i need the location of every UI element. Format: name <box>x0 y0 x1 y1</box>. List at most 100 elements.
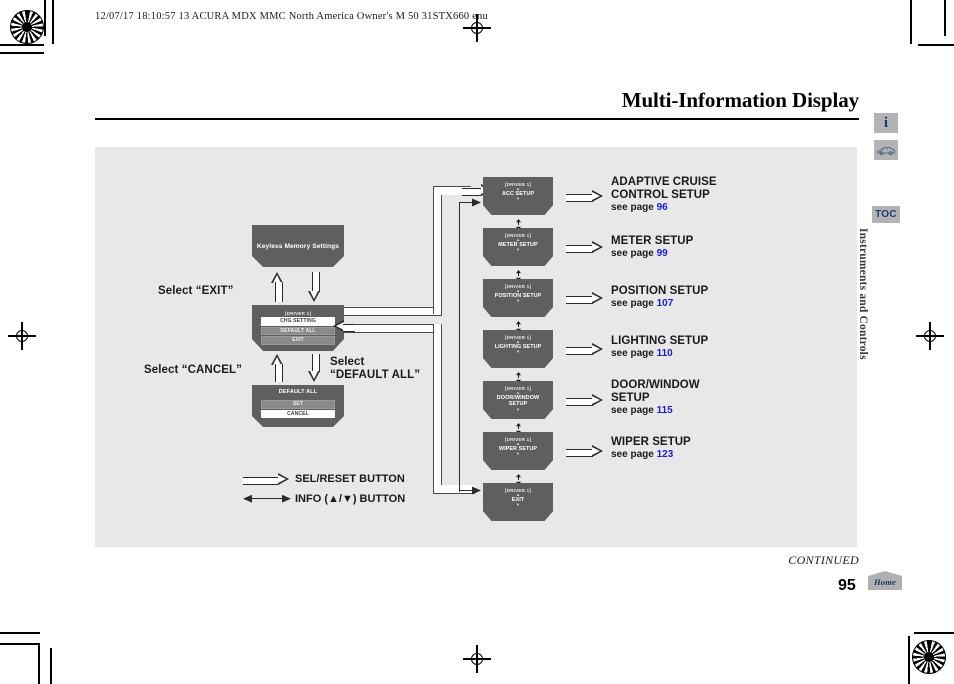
screen-keyless-memory-settings: Keyless Memory Settings <box>252 225 344 267</box>
reference-wiper-seepage: see page <box>611 449 654 461</box>
print-target-topleft <box>10 10 44 44</box>
wire-thin-vertical <box>459 202 461 492</box>
crop-mark-tl-h2 <box>0 52 44 54</box>
reference-wiper-pagenum[interactable]: 123 <box>657 449 674 460</box>
default-all-row-cancel: CANCEL <box>261 409 335 418</box>
reference-door-page[interactable]: see page 115 <box>611 405 700 416</box>
arrow-ref-meter <box>566 241 604 254</box>
arrow-ref-wiper <box>566 445 604 458</box>
label-select-exit: Select “EXIT” <box>158 285 234 297</box>
reference-acc-pagenum[interactable]: 96 <box>657 202 668 213</box>
arrow-down-to-default-all <box>308 354 321 382</box>
registration-mark-bottom <box>463 645 491 673</box>
crop-mark-bl-h2 <box>0 643 40 645</box>
screen-meter-setup-down-arrow: ▼ <box>516 247 520 253</box>
reference-position-page[interactable]: see page 107 <box>611 298 708 309</box>
registration-mark-right <box>916 322 944 350</box>
page-number: 95 <box>838 577 856 594</box>
arrow-ref-lighting <box>566 343 604 356</box>
vehicle-icon[interactable] <box>874 140 898 160</box>
info-icon-glyph: i <box>883 114 889 131</box>
page-title: Multi-Information Display <box>621 88 859 112</box>
crop-mark-tl-v2 <box>44 0 46 36</box>
reference-meter-pagenum[interactable]: 99 <box>657 248 668 259</box>
arrow-down-to-menu <box>308 272 321 302</box>
crop-mark-bl-h <box>0 632 40 634</box>
reference-position-seepage: see page <box>611 298 654 310</box>
legend-label-info-button: INFO (▲/▼) BUTTON <box>295 493 406 505</box>
reference-meter-title-1: METER SETUP <box>611 235 694 247</box>
reference-lighting-seepage: see page <box>611 348 654 360</box>
reference-lighting-setup: LIGHTING SETUP see page 110 <box>611 335 708 359</box>
reference-acc-setup: ADAPTIVE CRUISE CONTROL SETUP see page 9… <box>611 176 717 213</box>
reference-door-title-1: DOOR/WINDOW <box>611 379 700 391</box>
wire-exit-vertical <box>433 186 442 314</box>
print-header-text: 12/07/17 18:10:57 13 ACURA MDX MMC North… <box>95 11 488 22</box>
reference-wiper-page[interactable]: see page 123 <box>611 449 691 460</box>
legend-label-sel-reset: SEL/RESET BUTTON <box>295 473 405 485</box>
toc-button[interactable]: TOC <box>872 206 900 223</box>
crop-mark-br-h <box>914 632 954 634</box>
link-lighting-door <box>514 370 523 383</box>
screen-keyless-title: Keyless Memory Settings <box>256 242 340 250</box>
screen-lighting-setup: [DRIVER 1] ▲ LIGHTING SETUP ▼ <box>483 330 553 368</box>
crop-mark-tl-h <box>0 44 44 46</box>
default-all-row-set: SET <box>261 400 335 409</box>
arrow-ref-position <box>566 292 604 305</box>
screen-wiper-setup-down-arrow: ▼ <box>516 451 520 457</box>
screen-exit-down-arrow: ▼ <box>516 502 520 508</box>
label-select-default-all-line1: Select <box>330 356 365 368</box>
home-button-label: Home <box>873 577 897 587</box>
screen-acc-setup-down-arrow: ▼ <box>516 196 520 202</box>
reference-position-title-1: POSITION SETUP <box>611 285 709 297</box>
screen-driver-menu: [DRIVER 1] CHG SETTING DEFAULT ALL EXIT <box>252 305 344 351</box>
wire-return-vertical <box>433 324 442 494</box>
screen-position-setup: [DRIVER 1] ▲ POSITION SETUP ▼ <box>483 279 553 317</box>
reference-meter-page[interactable]: see page 99 <box>611 248 693 259</box>
section-label: Instruments and Controls <box>857 228 869 360</box>
menu-row-exit: EXIT <box>261 336 335 345</box>
title-divider <box>95 118 859 120</box>
menu-row-default-all: DEFAULT ALL <box>261 326 335 335</box>
wire-return-horizontal <box>344 324 442 333</box>
wire-exit-horizontal <box>344 307 442 316</box>
link-door-wiper <box>514 421 523 434</box>
link-position-lighting <box>514 319 523 332</box>
legend-icon-sel-reset <box>243 473 291 486</box>
reference-lighting-title-1: LIGHTING SETUP <box>611 335 709 347</box>
reference-door-title-2: SETUP <box>611 391 650 404</box>
registration-mark-left <box>8 322 36 350</box>
legend-double-arrow-svg <box>243 494 291 503</box>
info-icon[interactable]: i <box>874 113 898 133</box>
reference-position-setup: POSITION SETUP see page 107 <box>611 285 708 309</box>
legend-icon-info-button <box>243 493 291 504</box>
screen-lighting-setup-down-arrow: ▼ <box>516 349 520 355</box>
reference-meter-setup: METER SETUP see page 99 <box>611 235 693 259</box>
reference-lighting-page[interactable]: see page 110 <box>611 348 708 359</box>
vehicle-icon-svg <box>877 146 896 155</box>
arrow-return-to-menu <box>333 320 355 333</box>
screen-default-all-title: DEFAULT ALL <box>278 389 318 395</box>
reference-lighting-pagenum[interactable]: 110 <box>657 348 673 359</box>
reference-wiper-title-1: WIPER SETUP <box>611 436 691 448</box>
reference-wiper-setup: WIPER SETUP see page 123 <box>611 436 691 460</box>
link-wiper-exit <box>514 472 523 485</box>
crop-mark-tr-v2 <box>944 0 946 36</box>
link-meter-position <box>514 268 523 281</box>
reference-door-pagenum[interactable]: 115 <box>657 405 673 416</box>
screen-exit: [DRIVER 1] ▲ EXIT ▼ <box>483 483 553 521</box>
reference-acc-page[interactable]: see page 96 <box>611 202 717 213</box>
reference-position-pagenum[interactable]: 107 <box>657 298 674 309</box>
arrow-up-from-default-all <box>271 354 284 382</box>
continued-label: CONTINUED <box>788 553 859 567</box>
screen-driver-menu-header: [DRIVER 1] <box>284 311 312 316</box>
home-button[interactable]: Home <box>868 571 902 590</box>
reference-door-window-setup: DOOR/WINDOW SETUP see page 115 <box>611 379 700 416</box>
arrow-ref-door-window <box>566 394 604 407</box>
arrow-ref-acc <box>566 190 604 203</box>
screen-door-window-setup-label: DOOR/WINDOW SETUP <box>496 395 540 408</box>
print-target-bottomright <box>912 640 946 674</box>
screen-door-window-setup-down-arrow: ▼ <box>516 406 520 412</box>
screen-meter-setup: [DRIVER 1] ▲ METER SETUP ▼ <box>483 228 553 266</box>
screen-acc-setup: [DRIVER 1] ▲ ACC SETUP ▼ <box>483 177 553 215</box>
